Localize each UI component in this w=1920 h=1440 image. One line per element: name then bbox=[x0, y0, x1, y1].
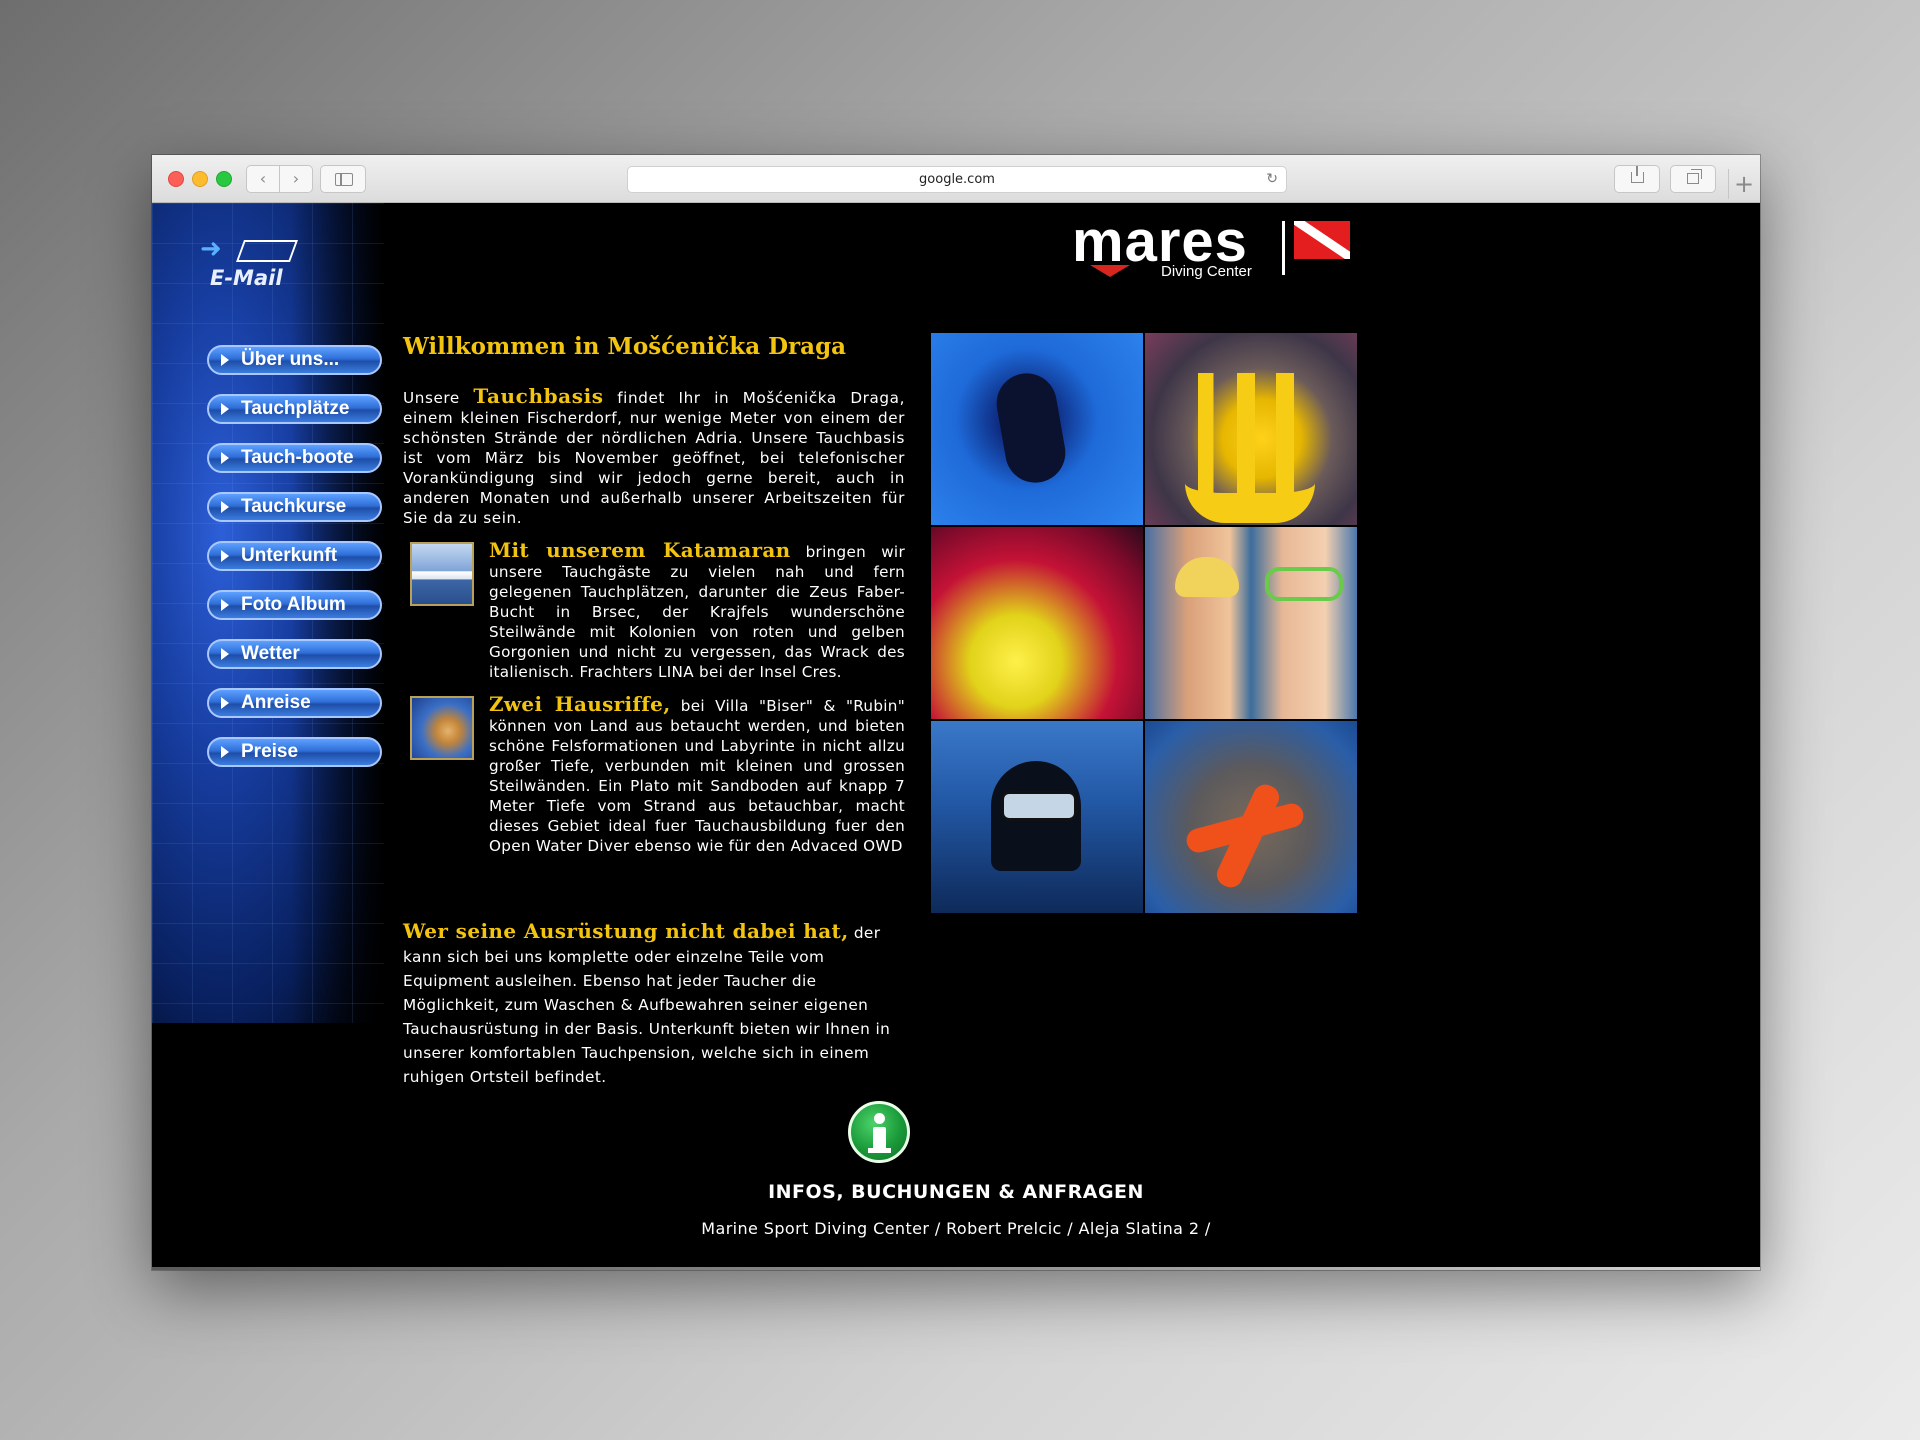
share-icon bbox=[1631, 166, 1644, 183]
triangle-right-icon bbox=[221, 452, 229, 464]
nav-label: Tauch-boote bbox=[241, 447, 354, 468]
nav-label: Wetter bbox=[241, 643, 300, 664]
katamaran-section: Mit unserem Katamaran bringen wir unsere… bbox=[403, 540, 905, 682]
triangle-right-icon bbox=[221, 403, 229, 415]
intro-highlight: Tauchbasis bbox=[473, 384, 604, 408]
triangle-right-icon bbox=[221, 354, 229, 366]
nav-anreise[interactable]: Anreise bbox=[207, 688, 382, 718]
nav-label: Über uns... bbox=[241, 349, 340, 370]
nav-label: Anreise bbox=[241, 692, 311, 713]
minimize-window-button[interactable] bbox=[192, 171, 208, 187]
intro-paragraph: Unsere Tauchbasis findet Ihr in Mošćenič… bbox=[403, 386, 905, 528]
hausriffe-paragraph: Zwei Hausriffe, bei Villa "Biser" & "Rub… bbox=[489, 694, 905, 856]
hausriffe-highlight: Zwei Hausriffe, bbox=[489, 692, 671, 716]
email-link[interactable]: ➜ E-Mail bbox=[200, 228, 320, 298]
mares-logo[interactable]: mares Diving Center bbox=[1072, 213, 1372, 283]
equipment-paragraph: Wer seine Ausrüstung nicht dabei hat, de… bbox=[403, 919, 903, 1089]
nav-preise[interactable]: Preise bbox=[207, 737, 382, 767]
nav-unterkunft[interactable]: Unterkunft bbox=[207, 541, 382, 571]
page-title: Willkommen in Mošćenička Draga bbox=[403, 333, 847, 360]
arrow-right-icon: ➜ bbox=[200, 234, 222, 264]
url-text: google.com bbox=[919, 172, 995, 187]
intro-text: findet Ihr in Mošćenička Draga, einem kl… bbox=[403, 389, 905, 527]
browser-window: ‹ › google.com ↻ + ➜ E-Mail Über uns... … bbox=[152, 155, 1760, 1270]
chevron-left-icon: ‹ bbox=[259, 169, 267, 188]
triangle-right-icon bbox=[221, 550, 229, 562]
info-heading: INFOS, BUCHUNGEN & ANFRAGEN bbox=[152, 1181, 1760, 1203]
triangle-right-icon bbox=[221, 599, 229, 611]
katamaran-text: bringen wir unsere Tauchgäste zu vielen … bbox=[489, 543, 905, 681]
web-page: ➜ E-Mail Über uns... Tauchplätze Tauch-b… bbox=[152, 203, 1760, 1270]
triangle-right-icon bbox=[221, 501, 229, 513]
chevron-right-icon: › bbox=[292, 169, 300, 188]
reload-icon[interactable]: ↻ bbox=[1266, 167, 1278, 192]
photo-starfish[interactable] bbox=[1145, 721, 1357, 913]
close-window-button[interactable] bbox=[168, 171, 184, 187]
equipment-highlight: Wer seine Ausrüstung nicht dabei hat, bbox=[403, 919, 849, 943]
photo-diver-blue[interactable] bbox=[931, 333, 1143, 525]
address-line: Marine Sport Diving Center / Robert Prel… bbox=[701, 1219, 1211, 1238]
photo-yellow-sponge[interactable] bbox=[1145, 333, 1357, 525]
info-icon[interactable] bbox=[848, 1101, 910, 1163]
zoom-window-button[interactable] bbox=[216, 171, 232, 187]
show-tabs-button[interactable] bbox=[1670, 165, 1716, 193]
logo-chevron bbox=[1090, 265, 1130, 277]
left-navigation-panel: ➜ E-Mail Über uns... Tauchplätze Tauch-b… bbox=[152, 203, 384, 1023]
back-button[interactable]: ‹ bbox=[246, 165, 280, 193]
dive-flag-icon bbox=[1294, 221, 1350, 259]
nav-tauchkurse[interactable]: Tauchkurse bbox=[207, 492, 382, 522]
sidebar-toggle-button[interactable] bbox=[320, 165, 366, 193]
photo-snorkelers[interactable] bbox=[1145, 527, 1357, 719]
logo-subtitle: Diving Center bbox=[1161, 263, 1252, 280]
info-dot bbox=[874, 1113, 885, 1124]
browser-toolbar: ‹ › google.com ↻ + bbox=[152, 155, 1760, 203]
nav-tauchplaetze[interactable]: Tauchplätze bbox=[207, 394, 382, 424]
photo-diver-mask[interactable] bbox=[931, 721, 1143, 913]
katamaran-highlight: Mit unserem Katamaran bbox=[489, 538, 791, 562]
hausriffe-thumbnail[interactable] bbox=[410, 696, 474, 760]
address-bar[interactable]: google.com ↻ bbox=[627, 166, 1287, 193]
bottom-strip bbox=[152, 1267, 1760, 1270]
nav-wetter[interactable]: Wetter bbox=[207, 639, 382, 669]
katamaran-thumbnail[interactable] bbox=[410, 542, 474, 606]
hausriffe-section: Zwei Hausriffe, bei Villa "Biser" & "Rub… bbox=[403, 694, 905, 856]
nav-uber-uns[interactable]: Über uns... bbox=[207, 345, 382, 375]
sidebar-icon bbox=[335, 173, 353, 186]
photo-grid bbox=[931, 333, 1357, 913]
nav-foto-album[interactable]: Foto Album bbox=[207, 590, 382, 620]
nav-tauch-boote[interactable]: Tauch-boote bbox=[207, 443, 382, 473]
forward-button[interactable]: › bbox=[279, 165, 313, 193]
new-tab-button[interactable]: + bbox=[1728, 169, 1759, 199]
info-heading-text: INFOS, BUCHUNGEN & ANFRAGEN bbox=[768, 1181, 1144, 1203]
triangle-right-icon bbox=[221, 697, 229, 709]
nav-label: Tauchkurse bbox=[241, 496, 347, 517]
tabs-icon bbox=[1687, 169, 1702, 184]
nav-label: Tauchplätze bbox=[241, 398, 350, 419]
photo-red-gorgonians[interactable] bbox=[931, 527, 1143, 719]
nav-label: Unterkunft bbox=[241, 545, 338, 566]
envelope-icon bbox=[235, 240, 299, 262]
intro-prefix: Unsere bbox=[403, 389, 474, 407]
nav-label: Preise bbox=[241, 741, 299, 762]
katamaran-paragraph: Mit unserem Katamaran bringen wir unsere… bbox=[489, 540, 905, 682]
share-button[interactable] bbox=[1614, 165, 1660, 193]
nav-label: Foto Album bbox=[241, 594, 346, 615]
hausriffe-text: bei Villa "Biser" & "Rubin" können von L… bbox=[489, 697, 905, 855]
email-label: E-Mail bbox=[210, 266, 283, 290]
main-content: Willkommen in Mošćenička Draga Unsere Ta… bbox=[403, 333, 905, 856]
equipment-text: der kann sich bei uns komplette oder ein… bbox=[403, 924, 891, 1086]
info-base bbox=[868, 1148, 891, 1153]
triangle-right-icon bbox=[221, 746, 229, 758]
logo-divider bbox=[1282, 221, 1285, 275]
triangle-right-icon bbox=[221, 648, 229, 660]
